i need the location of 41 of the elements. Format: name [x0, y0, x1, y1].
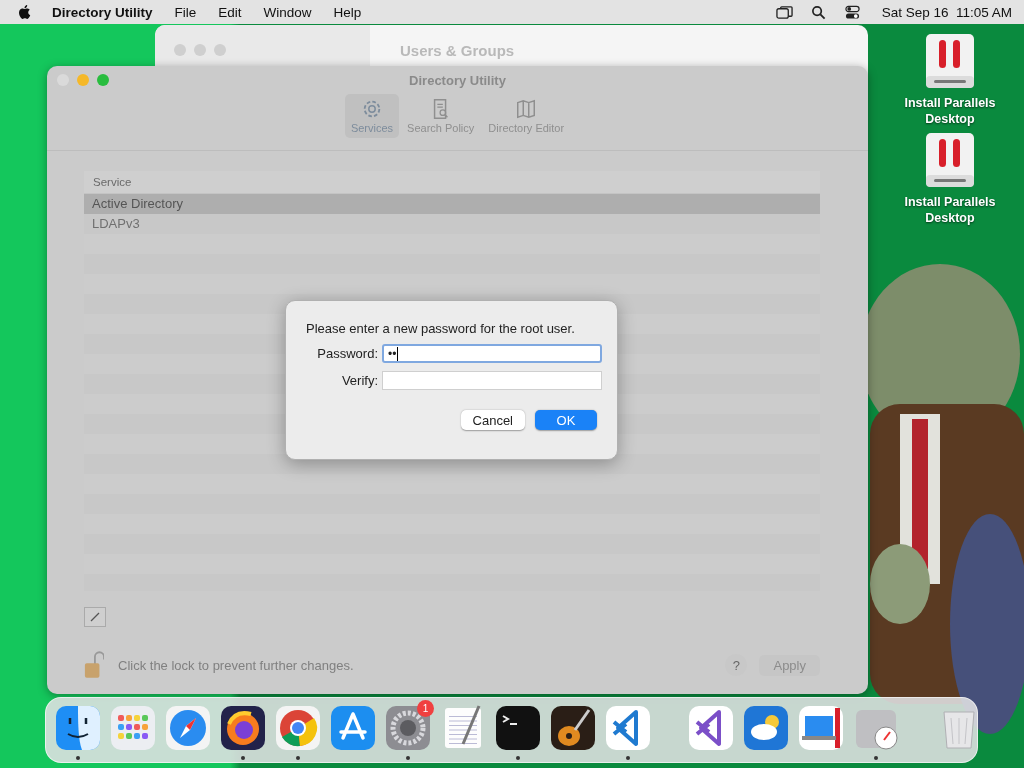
- desktop-icon-label[interactable]: Install Parallels Desktop: [895, 194, 1005, 226]
- menu-item[interactable]: File: [174, 4, 197, 20]
- menu-item[interactable]: Edit: [218, 4, 242, 20]
- map-icon: [515, 98, 538, 120]
- table-row[interactable]: Active Directory: [84, 194, 820, 214]
- window-title: Users & Groups: [400, 42, 515, 59]
- password-field[interactable]: [382, 371, 602, 390]
- notification-badge: 1: [417, 700, 434, 717]
- compass-icon[interactable]: [164, 704, 212, 752]
- smiling-face-icon[interactable]: [54, 704, 102, 752]
- column-header[interactable]: Service: [93, 176, 132, 188]
- password-field[interactable]: ••: [382, 344, 602, 363]
- field-label: Verify:: [340, 373, 378, 388]
- menu-bar-clock[interactable]: Sat Sep 16 11:05 AM: [881, 4, 1012, 20]
- toggles-icon[interactable]: [843, 4, 861, 20]
- desktop-icon-label[interactable]: Install Parallels Desktop: [895, 95, 1005, 127]
- dialog-button[interactable]: Cancel: [460, 410, 525, 430]
- dialog-message: Please enter a new password for the root user.: [306, 321, 576, 336]
- slash-icon: [89, 611, 101, 623]
- gear-icon[interactable]: [384, 704, 432, 752]
- dialog-button[interactable]: OK: [535, 410, 597, 430]
- guitar-icon[interactable]: [549, 704, 597, 752]
- code-editor-icon[interactable]: [687, 704, 735, 752]
- cloud-sun-icon[interactable]: [742, 704, 790, 752]
- table-row[interactable]: LDAPv3: [84, 214, 820, 234]
- app-store-icon[interactable]: [329, 704, 377, 752]
- lock-hint: Click the lock to prevent further changes.: [118, 657, 354, 673]
- menu-item[interactable]: Help: [333, 4, 362, 20]
- code-editor-icon[interactable]: [604, 704, 652, 752]
- windows-icon[interactable]: [775, 4, 793, 20]
- app-menu[interactable]: Directory Utility: [52, 4, 153, 20]
- menu-item[interactable]: Window: [263, 4, 312, 20]
- app-grid-icon[interactable]: [109, 704, 157, 752]
- field-label: Password:: [316, 346, 378, 361]
- color-ring-icon[interactable]: [274, 704, 322, 752]
- search-icon[interactable]: [809, 4, 827, 20]
- laptop-icon[interactable]: [797, 704, 845, 752]
- terminal-icon[interactable]: [494, 704, 542, 752]
- apple-icon[interactable]: [18, 4, 32, 20]
- fox-globe-icon[interactable]: [219, 704, 267, 752]
- window-title: Directory Utility: [409, 72, 506, 88]
